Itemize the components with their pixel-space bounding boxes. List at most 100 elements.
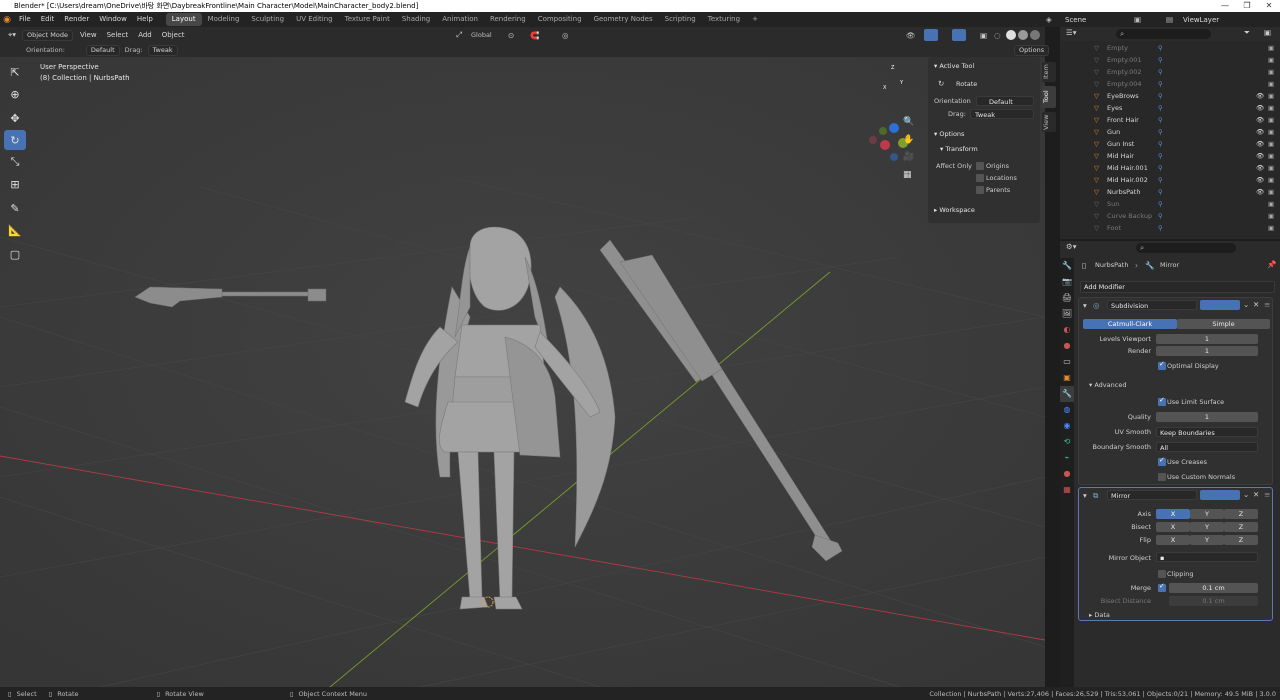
levels-viewport-field[interactable]: 1 [1156, 334, 1258, 344]
add-modifier-dropdown[interactable]: Add Modifier [1080, 281, 1275, 293]
cursor-tool-icon[interactable]: ⊕ [4, 84, 26, 104]
visibility-eye-icon[interactable]: 👁 [1256, 102, 1264, 114]
simple-button[interactable]: Simple [1177, 319, 1270, 329]
bisect-x-toggle[interactable]: X [1156, 522, 1190, 532]
visibility-eye-icon[interactable]: 👁 [1256, 114, 1264, 126]
options-header[interactable]: ▾ Options [928, 127, 964, 141]
mode-dropdown[interactable]: Object Mode [22, 29, 73, 41]
texture-tab-icon[interactable]: ▦ [1060, 482, 1074, 498]
modifier-icon[interactable]: ⚲ [1158, 198, 1163, 210]
modifier-icon[interactable]: ⚲ [1158, 138, 1163, 150]
constraints-tab-icon[interactable]: ⟲ [1060, 434, 1074, 450]
outliner-row[interactable]: ▽ Eyes ⚲ 👁 ▣ [1060, 102, 1280, 114]
visibility-eye-icon[interactable]: 👁 [1256, 162, 1264, 174]
xray-icon[interactable]: ▣ [980, 31, 987, 40]
modifier-icon[interactable]: ⚲ [1158, 126, 1163, 138]
scene-name[interactable]: Scene [1065, 16, 1086, 24]
catmull-clark-button[interactable]: Catmull-Clark [1083, 319, 1177, 329]
axis-z-toggle[interactable]: Z [1224, 509, 1258, 519]
collection-tab-icon[interactable]: ▭ [1060, 354, 1074, 370]
3d-viewport[interactable]: User Perspective (8) Collection | NurbsP… [0, 57, 1045, 687]
visibility-icon[interactable]: 👁 [906, 31, 916, 40]
visibility-eye-icon[interactable]: 👁 [1256, 126, 1264, 138]
subdivision-visibility-toggles[interactable] [1200, 300, 1240, 310]
modifier-icon[interactable]: ⚲ [1158, 78, 1163, 90]
axis-y-toggle[interactable]: Y [1190, 509, 1224, 519]
outliner-row[interactable]: ▽ Gun Inst ⚲ 👁 ▣ [1060, 138, 1280, 150]
visibility-eye-icon[interactable]: 👁 [1256, 138, 1264, 150]
outliner-row[interactable]: ▽ Mid Hair.002 ⚲ 👁 ▣ [1060, 174, 1280, 186]
modifier-tab-icon[interactable]: 🔧 [1060, 386, 1074, 402]
bisect-y-toggle[interactable]: Y [1190, 522, 1224, 532]
subdivision-remove-icon[interactable]: ✕ [1253, 300, 1259, 309]
render-visibility-icon[interactable]: ▣ [1268, 102, 1274, 114]
tab-rendering[interactable]: Rendering [484, 13, 532, 26]
transform-header[interactable]: ▾ Transform [934, 142, 978, 156]
render-visibility-icon[interactable]: ▣ [1268, 186, 1274, 198]
tab-texture-paint[interactable]: Texture Paint [339, 13, 396, 26]
close-icon[interactable]: ✕ [1258, 0, 1280, 12]
wireframe-shading-icon[interactable]: ◌ [994, 31, 1001, 40]
menu-window[interactable]: Window [94, 12, 132, 27]
render-visibility-icon[interactable]: ▣ [1268, 210, 1274, 222]
render-visibility-icon[interactable]: ▣ [1268, 42, 1274, 54]
workspace-header[interactable]: ▸ Workspace [928, 203, 975, 217]
options-dropdown[interactable]: Options [1014, 44, 1050, 56]
drag-dropdown[interactable]: Tweak [147, 44, 178, 56]
modifier-icon[interactable]: ⚲ [1158, 222, 1163, 234]
uv-smooth-dropdown[interactable]: Keep Boundaries [1156, 427, 1258, 437]
pin-icon[interactable]: 📌 [1267, 260, 1276, 269]
mirror-menu-icon[interactable]: ⌄ [1243, 490, 1249, 499]
pivot-icon[interactable]: ⊙ [508, 31, 514, 40]
boundary-smooth-dropdown[interactable]: All [1156, 442, 1258, 452]
move-tool-icon[interactable]: ✥ [4, 108, 26, 128]
render-visibility-icon[interactable]: ▣ [1268, 222, 1274, 234]
blender-logo-icon[interactable]: ◉ [0, 15, 14, 25]
flip-z-toggle[interactable]: Z [1224, 535, 1258, 545]
use-creases-checkbox[interactable] [1158, 456, 1166, 466]
material-shading-icon[interactable] [1018, 30, 1028, 40]
flip-y-toggle[interactable]: Y [1190, 535, 1224, 545]
render-visibility-icon[interactable]: ▣ [1268, 90, 1274, 102]
orientation-dropdown[interactable]: Default [85, 44, 120, 56]
tab-geometry-nodes[interactable]: Geometry Nodes [588, 13, 659, 26]
solid-shading-icon[interactable] [1006, 30, 1016, 40]
outliner-row[interactable]: ▽ Empty.001 ⚲ ▣ [1060, 54, 1280, 66]
scale-tool-icon[interactable]: ⤡ [4, 152, 26, 172]
modifier-icon[interactable]: ⚲ [1158, 90, 1163, 102]
menu-help[interactable]: Help [132, 12, 158, 27]
parents-checkbox[interactable] [976, 186, 984, 194]
gizmo-toggle-icon[interactable] [924, 29, 938, 41]
modifier-icon[interactable]: ⚲ [1158, 186, 1163, 198]
outliner-row[interactable]: ▽ Gun ⚲ 👁 ▣ [1060, 126, 1280, 138]
modifier-icon[interactable]: ⚲ [1158, 210, 1163, 222]
tab-animation[interactable]: Animation [436, 13, 484, 26]
render-visibility-icon[interactable]: ▣ [1268, 78, 1274, 90]
npanel-orientation-dropdown[interactable]: Default [976, 96, 1034, 106]
modifier-icon[interactable]: ⚲ [1158, 54, 1163, 66]
modifier-icon[interactable]: ⚲ [1158, 114, 1163, 126]
properties-type-icon[interactable]: ⚙▾ [1066, 242, 1077, 251]
rendered-shading-icon[interactable] [1030, 30, 1040, 40]
tab-uv-editing[interactable]: UV Editing [290, 13, 339, 26]
subdivision-name-input[interactable]: Subdivision [1107, 300, 1197, 310]
properties-search-input[interactable]: ⌕ [1136, 243, 1236, 253]
zoom-icon[interactable]: 🔍 [903, 117, 914, 127]
visibility-eye-icon[interactable]: 👁 [1256, 174, 1264, 186]
mirror-visibility-toggles[interactable] [1200, 490, 1240, 500]
tab-texturing[interactable]: Texturing [702, 13, 746, 26]
render-visibility-icon[interactable]: ▣ [1268, 114, 1274, 126]
data-tab-icon[interactable]: ⌁ [1060, 450, 1074, 466]
viewlayer-name[interactable]: ViewLayer [1183, 16, 1219, 24]
outliner-row[interactable]: ▽ Empty ⚲ ▣ [1060, 42, 1280, 54]
menu-file[interactable]: File [14, 12, 36, 27]
tab-compositing[interactable]: Compositing [532, 13, 588, 26]
origins-checkbox[interactable] [976, 162, 984, 170]
tab-view[interactable]: View [1042, 112, 1056, 132]
merge-checkbox[interactable] [1158, 582, 1166, 592]
outliner-row[interactable]: ▽ EyeBrows ⚲ 👁 ▣ [1060, 90, 1280, 102]
transform-tool-icon[interactable]: ⊞ [4, 174, 26, 194]
locations-checkbox[interactable] [976, 174, 984, 182]
subdivision-menu-icon[interactable]: ⌄ [1243, 300, 1249, 309]
modifier-icon[interactable]: ⚲ [1158, 42, 1163, 54]
